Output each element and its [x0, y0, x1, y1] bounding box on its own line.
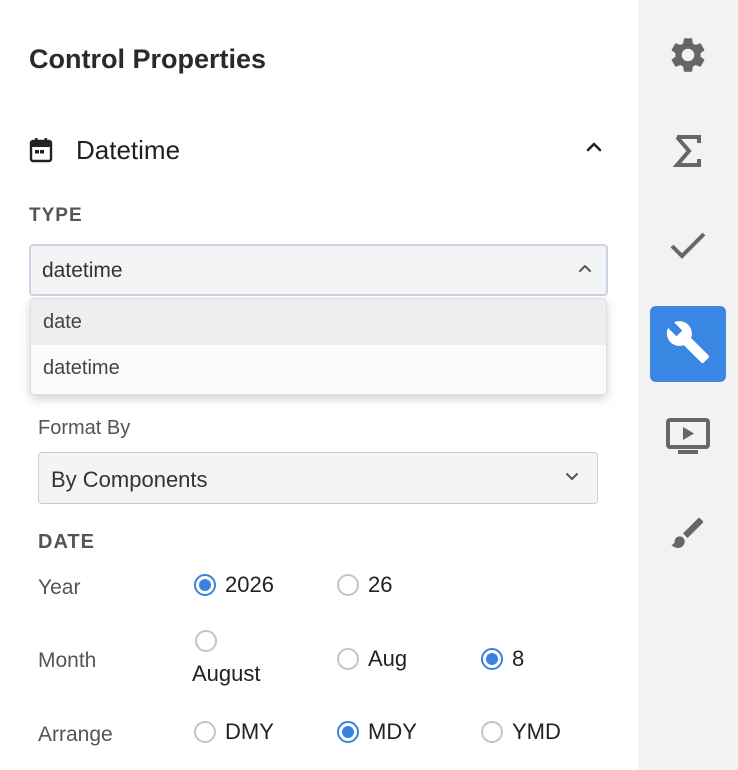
brush-icon [668, 513, 708, 558]
validation-tab[interactable] [650, 210, 726, 286]
type-option-date[interactable]: date [31, 299, 606, 345]
arrange-option-mdy[interactable]: MDY [337, 719, 417, 745]
type-select[interactable]: datetime [29, 244, 608, 296]
properties-tab[interactable] [650, 306, 726, 382]
radio-button[interactable] [481, 721, 503, 743]
preview-tab[interactable] [650, 400, 726, 476]
month-option-label: August [192, 661, 261, 686]
panel-title: Control Properties [29, 44, 267, 74]
month-label: Month [38, 649, 97, 672]
year-label: Year [38, 576, 81, 599]
arrange-option-dmy[interactable]: DMY [194, 719, 274, 745]
calendar-icon [29, 137, 53, 168]
month-option-aug[interactable]: Aug [337, 646, 407, 672]
year-option-26[interactable]: 26 [337, 572, 392, 598]
arrange-option-ymd[interactable]: YMD [481, 719, 561, 745]
side-toolbar [638, 0, 738, 770]
gear-icon [667, 34, 709, 81]
format-by-value: By Components [51, 467, 208, 492]
radio-button[interactable] [337, 721, 359, 743]
type-dropdown-menu: date datetime [30, 298, 607, 395]
datetime-section-header[interactable]: Datetime [29, 132, 609, 172]
type-option-datetime[interactable]: datetime [31, 345, 606, 391]
date-section-label: DATE [38, 531, 95, 553]
chevron-up-icon[interactable] [585, 140, 603, 159]
year-option-label: 26 [368, 572, 393, 597]
month-option-label: 8 [512, 646, 525, 671]
type-select-value: datetime [42, 259, 123, 282]
style-tab[interactable] [650, 497, 726, 573]
radio-button[interactable] [337, 648, 359, 670]
radio-button[interactable] [194, 721, 216, 743]
checkmark-icon [669, 231, 707, 266]
radio-button[interactable] [194, 574, 216, 596]
wrench-icon [665, 319, 711, 370]
calculation-tab[interactable] [650, 115, 726, 191]
format-by-label: Format By [38, 417, 131, 439]
format-by-select[interactable]: By Components [38, 452, 598, 504]
radio-button[interactable] [195, 630, 217, 652]
section-title: Datetime [76, 135, 181, 165]
arrange-option-label: YMD [512, 719, 561, 744]
arrange-option-label: MDY [368, 719, 417, 744]
sigma-icon [672, 134, 703, 173]
year-option-2026[interactable]: 2026 [194, 572, 274, 598]
monitor-play-icon [666, 417, 710, 460]
control-properties-panel: Control Properties Datetime TYPE datetim… [0, 0, 638, 770]
month-option-august[interactable]: August [192, 630, 261, 687]
chevron-up-icon [578, 262, 592, 280]
settings-tab[interactable] [650, 19, 726, 95]
month-option-label: Aug [368, 646, 408, 671]
radio-button[interactable] [481, 648, 503, 670]
month-option-8[interactable]: 8 [481, 646, 524, 672]
year-option-label: 2026 [225, 572, 274, 597]
radio-button[interactable] [337, 574, 359, 596]
arrange-label: Arrange [38, 723, 113, 746]
type-label: TYPE [29, 205, 83, 226]
arrange-option-label: DMY [225, 719, 274, 744]
chevron-down-icon [565, 469, 579, 487]
